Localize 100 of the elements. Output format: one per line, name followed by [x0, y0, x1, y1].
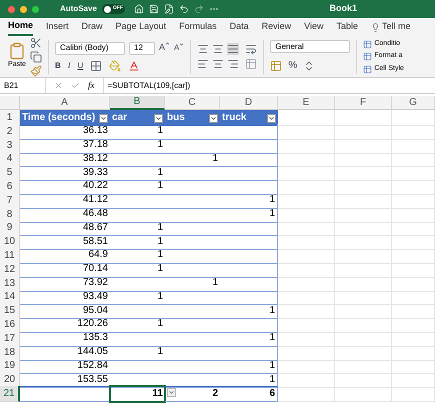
table-cell: 1 — [110, 124, 165, 140]
column-header[interactable]: B — [110, 96, 165, 110]
table-style-icon — [363, 40, 372, 48]
save-icon[interactable] — [148, 4, 159, 14]
empty-cell — [278, 220, 335, 236]
ribbon-tab[interactable]: Insert — [46, 18, 69, 36]
function-label[interactable]: fx — [88, 78, 94, 92]
zoom-window-icon[interactable] — [32, 6, 39, 12]
empty-cell — [278, 124, 335, 140]
empty-cell — [278, 234, 335, 250]
total-cell: 6 — [220, 386, 278, 402]
table-cell: 1 — [110, 234, 165, 250]
percent-button[interactable]: % — [288, 58, 298, 73]
minimize-window-icon[interactable] — [20, 6, 27, 12]
empty-cell — [335, 192, 392, 209]
empty-cell — [278, 178, 335, 195]
table-cell: 73.92 — [20, 276, 110, 292]
ribbon-tab[interactable]: Review — [262, 18, 292, 36]
filter-dropdown-icon[interactable] — [267, 114, 276, 122]
table-cell: 120.26 — [20, 316, 110, 333]
font-color-icon[interactable] — [128, 60, 140, 72]
table-style-icon — [363, 52, 372, 61]
wrap-text-icon[interactable] — [245, 43, 258, 55]
table-cell: 1 — [110, 316, 165, 333]
empty-cell — [392, 344, 435, 361]
shrink-font-button[interactable]: A — [174, 42, 184, 54]
ribbon-tab[interactable]: Table — [336, 18, 358, 36]
text-style-button[interactable]: U — [77, 60, 84, 72]
table-cell: 41.12 — [20, 192, 110, 209]
empty-cell — [220, 289, 278, 306]
undo-icon[interactable] — [178, 4, 189, 14]
enter-icon[interactable] — [71, 81, 80, 90]
column-header[interactable]: G — [392, 96, 435, 110]
empty-cell — [392, 206, 435, 223]
home-icon[interactable] — [134, 4, 144, 14]
table-cell: 1 — [220, 303, 278, 320]
empty-cell — [220, 248, 278, 264]
empty-cell — [392, 262, 435, 278]
empty-cell — [392, 372, 435, 388]
grow-font-button[interactable]: A — [159, 41, 170, 55]
empty-cell — [392, 124, 435, 140]
text-style-button[interactable]: B — [55, 60, 61, 72]
cancel-icon[interactable] — [54, 81, 63, 90]
empty-cell — [335, 124, 392, 140]
column-title: bus — [167, 113, 185, 123]
empty-cell — [392, 192, 435, 209]
number-format-dropdown[interactable]: General — [270, 40, 350, 53]
edit-file-icon[interactable] — [164, 4, 174, 14]
empty-cell — [220, 316, 278, 333]
align-bottom-icon[interactable] — [227, 43, 240, 55]
font-name-dropdown[interactable]: Calibri (Body) — [55, 42, 125, 54]
text-style-button[interactable]: I — [68, 60, 70, 72]
table-cell: 1 — [220, 330, 278, 347]
empty-cell — [220, 151, 278, 168]
format-painter-icon[interactable] — [30, 64, 42, 76]
fill-color-icon[interactable] — [109, 60, 122, 72]
empty-cell — [392, 248, 435, 264]
column-header[interactable]: F — [335, 96, 392, 110]
empty-cell — [278, 316, 335, 333]
empty-cell — [392, 316, 435, 333]
empty-cell — [220, 262, 278, 278]
table-cell: 95.04 — [20, 303, 110, 320]
empty-cell — [278, 262, 335, 278]
ribbon-tab[interactable]: Draw — [82, 18, 103, 36]
font-size-dropdown[interactable]: 12 — [129, 42, 155, 54]
align-top-icon[interactable] — [197, 43, 210, 55]
empty-cell — [335, 303, 392, 320]
ribbon-tab[interactable]: Formulas — [179, 18, 217, 36]
filter-dropdown-icon[interactable] — [154, 114, 163, 122]
ribbon-tab[interactable]: Page Layout — [116, 18, 166, 36]
currency-format-icon[interactable] — [270, 60, 282, 72]
tell-me-button[interactable]: Tell me — [371, 18, 411, 36]
empty-cell — [220, 138, 278, 154]
row-header[interactable]: 21 — [0, 386, 20, 402]
column-title: truck — [222, 113, 246, 123]
table-cell: 1 — [110, 165, 165, 182]
borders-icon[interactable] — [90, 60, 102, 72]
ribbon-tab[interactable]: Data — [230, 18, 249, 36]
ribbon-tab[interactable]: View — [304, 18, 324, 36]
align-right-icon[interactable] — [227, 58, 240, 70]
formula-input[interactable]: =SUBTOTAL(109,[car]) — [102, 78, 435, 93]
align-left-icon[interactable] — [197, 58, 210, 70]
close-window-icon[interactable] — [8, 6, 15, 12]
cut-icon[interactable] — [30, 36, 42, 48]
empty-cell — [335, 110, 392, 126]
empty-cell — [392, 276, 435, 292]
empty-cell — [278, 138, 335, 154]
empty-cell — [335, 206, 392, 223]
align-middle-icon[interactable] — [212, 43, 224, 55]
empty-cell — [278, 386, 335, 402]
empty-cell — [335, 262, 392, 278]
table-cell: 1 — [110, 220, 165, 236]
align-center-icon[interactable] — [212, 58, 224, 70]
name-box[interactable]: B21 — [0, 78, 46, 93]
table-cell: 93.49 — [20, 289, 110, 306]
filter-dropdown-icon[interactable] — [209, 114, 218, 122]
empty-cell — [392, 151, 435, 168]
copy-icon[interactable] — [30, 50, 42, 62]
filter-dropdown-icon[interactable] — [99, 114, 108, 122]
column-header[interactable]: E — [278, 96, 335, 110]
